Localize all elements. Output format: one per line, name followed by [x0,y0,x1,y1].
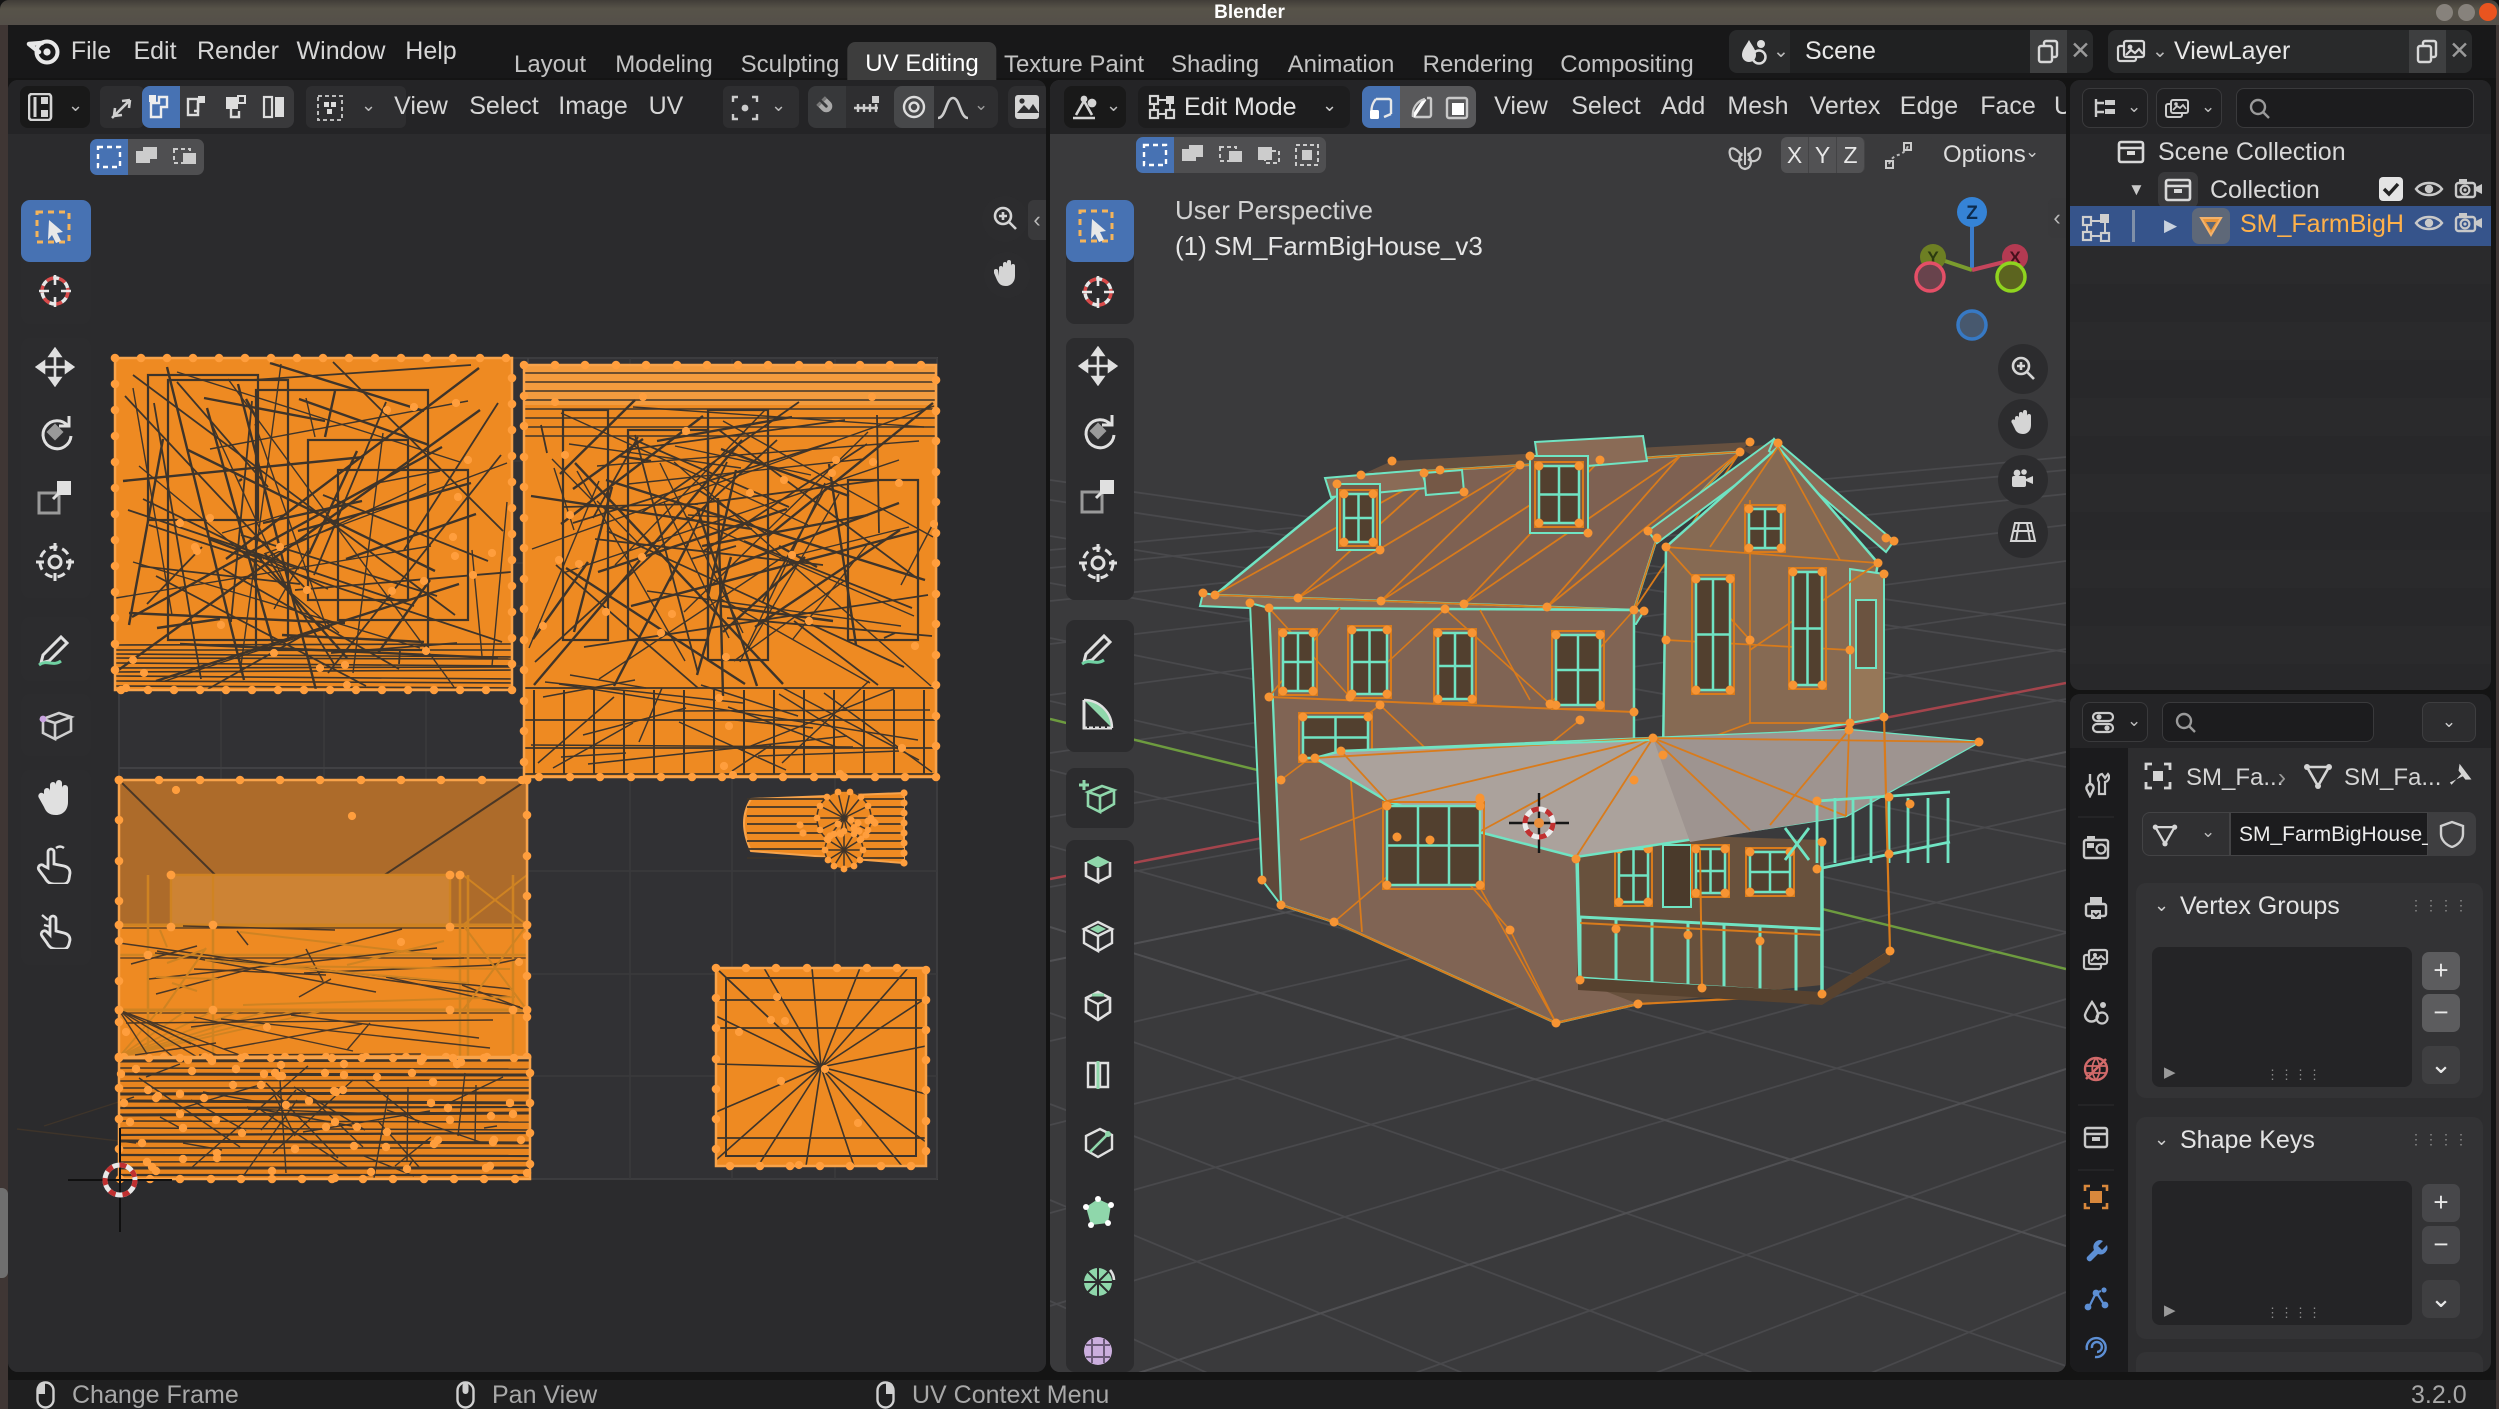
svg-text:Z: Z [1966,203,1978,224]
